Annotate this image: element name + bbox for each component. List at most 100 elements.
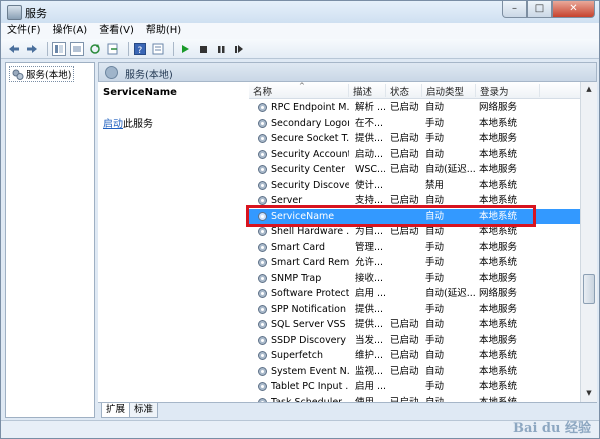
service-name-cell: SPP Notification ... [271, 303, 349, 315]
gear-icon [258, 320, 267, 329]
service-row[interactable]: System Event N... 监视... 已启动 自动 本地系统 [249, 364, 580, 380]
stop-icon[interactable] [196, 42, 210, 56]
service-startup-type-cell: 手动 [425, 257, 445, 268]
service-name-cell: RPC Endpoint M... [271, 102, 349, 113]
service-name-cell: SQL Server VSS ... [271, 319, 349, 330]
service-name-cell: Security Discover... [271, 179, 349, 191]
help-icon[interactable]: ? [133, 42, 147, 56]
menu-view[interactable]: 查看(V) [93, 23, 140, 39]
service-name-cell: Superfetch [271, 350, 323, 361]
service-status-cell: 已启动 [390, 350, 419, 361]
gear-icon [258, 351, 267, 360]
service-description-cell: 提供... [355, 319, 384, 330]
service-logon-cell: 本地系统 [479, 179, 518, 191]
tab-extended[interactable]: 扩展 [101, 403, 131, 418]
service-row[interactable]: Task Scheduler 使用... 已启动 自动 本地系统 [249, 395, 580, 403]
service-logon-cell: 本地系统 [479, 148, 518, 160]
scroll-up-icon[interactable]: ▲ [584, 85, 594, 95]
service-row[interactable]: Secure Socket T... 提供... 已启动 手动 本地服务 [249, 131, 580, 147]
start-service-link[interactable]: 启动 [103, 119, 123, 130]
service-description-cell: 监视... [355, 365, 384, 377]
service-startup-type-cell: 手动 [425, 133, 445, 144]
service-row[interactable]: Software Protect... 启用 ... 自动(延迟...网络服务 [249, 286, 580, 302]
view-icon[interactable] [52, 41, 66, 56]
gears-icon [105, 66, 118, 79]
scroll-down-icon[interactable]: ▼ [584, 389, 594, 399]
service-row[interactable]: Tablet PC Input ... 启用 ... 手动 本地系统 [249, 379, 580, 395]
menu-file[interactable]: 文件(F) [1, 23, 47, 39]
pause-icon[interactable] [214, 42, 228, 56]
service-startup-type-cell: 手动 [425, 117, 445, 129]
refresh-icon[interactable] [88, 42, 102, 56]
service-row[interactable]: Security Center WSC... 已启动 自动(延迟... 本地服务 [249, 162, 580, 178]
service-status-cell: 已启动 [390, 396, 419, 403]
service-row[interactable]: Security Account... 启动... 已启动自动 本地系统 [249, 147, 580, 163]
service-name-cell: Software Protect... [271, 288, 349, 299]
service-startup-type-cell: 自动 [425, 365, 445, 377]
service-status-cell: 已启动 [390, 319, 419, 330]
tree-item-services-local[interactable]: 服务(本地) [9, 66, 75, 82]
service-startup-type-cell: 自动 [425, 350, 445, 361]
service-row[interactable]: Security Discover... 使计... 禁用 本地系统 [249, 178, 580, 194]
column-name[interactable]: 名称 ^ [249, 82, 349, 98]
service-status-cell: 已启动 [390, 148, 419, 160]
minimize-button[interactable]: – [502, 1, 527, 18]
description-pane: ServiceName 启动此服务 [98, 82, 249, 402]
service-name-cell: SNMP Trap [271, 272, 322, 284]
title-bar[interactable]: 服务 – □ ✕ [1, 1, 599, 23]
service-row[interactable]: SQL Server VSS ... 提供... 已启动 自动 本地系统 [249, 317, 580, 333]
service-row[interactable]: SSDP Discovery 当发... 已启动 手动 本地服务 [249, 333, 580, 349]
watermark-logo: Bai du 经验 [513, 421, 591, 436]
service-name-cell: Smart Card Rem... [271, 257, 349, 268]
vertical-scrollbar[interactable]: ▲ ▼ [580, 82, 597, 402]
service-logon-cell: 本地服务 [479, 303, 518, 315]
service-row[interactable]: SNMP Trap 接收... 手动 本地服务 [249, 271, 580, 287]
service-row[interactable]: RPC Endpoint M... 解析 ... 已启动 自动 网络服务 [249, 100, 580, 116]
gears-icon [12, 69, 24, 80]
gear-icon [258, 227, 267, 236]
service-row[interactable]: Secondary Logon 在不... 手动 本地系统 [249, 116, 580, 132]
menu-action[interactable]: 操作(A) [47, 23, 94, 39]
services-app-icon [7, 5, 22, 20]
play-icon[interactable] [178, 42, 192, 56]
column-startup-type[interactable]: 启动类型 [422, 84, 476, 98]
status-bar: Bai du 经验 [1, 420, 599, 438]
restart-icon[interactable] [232, 42, 246, 56]
service-logon-cell: 网络服务 [479, 102, 518, 113]
service-description-cell: 允许... [355, 257, 384, 268]
forward-icon[interactable] [25, 42, 39, 56]
service-startup-type-cell: 自动 [425, 396, 445, 403]
service-logon-cell: 本地系统 [479, 257, 518, 268]
column-logon-as[interactable]: 登录为 [476, 84, 540, 98]
export-icon[interactable] [106, 42, 120, 56]
service-row[interactable]: Superfetch 维护... 已启动 自动 本地系统 [249, 348, 580, 364]
gear-icon [258, 165, 267, 174]
service-startup-type-cell: 手动 [425, 303, 445, 315]
gear-icon [258, 289, 267, 298]
close-button[interactable]: ✕ [552, 1, 595, 18]
services-window: 服务 – □ ✕ 文件(F) 操作(A) 查看(V) 帮助(H) ? 服务(本地… [0, 0, 600, 439]
service-logon-cell: 本地服务 [479, 272, 518, 284]
gear-icon [258, 242, 267, 252]
service-description-cell: 当发... [355, 334, 384, 346]
start-service-line: 启动此服务 [103, 115, 153, 130]
service-name-cell: Secure Socket T... [271, 133, 349, 144]
properties-icon[interactable] [151, 42, 165, 56]
toolbar-separator [47, 41, 48, 56]
pane-header: 服务(本地) [98, 62, 597, 82]
column-description[interactable]: 描述 [349, 84, 386, 98]
service-row[interactable]: Smart Card 管理... 手动 本地服务 [249, 240, 580, 256]
service-row[interactable]: Smart Card Rem... 允许... 手动 本地系统 [249, 255, 580, 271]
back-icon[interactable] [7, 42, 21, 56]
menu-help[interactable]: 帮助(H) [140, 23, 187, 39]
service-description-cell: 使用... [355, 396, 384, 403]
scrollbar-thumb[interactable] [583, 274, 595, 304]
list-icon[interactable] [70, 41, 84, 56]
tab-standard[interactable]: 标准 [129, 403, 159, 418]
service-row[interactable]: SPP Notification ... 提供... 手动 本地服务 [249, 302, 580, 318]
service-description-cell: 提供... [355, 133, 384, 144]
window-title: 服务 [25, 7, 47, 20]
maximize-button[interactable]: □ [527, 1, 552, 18]
column-status[interactable]: 状态 [386, 84, 422, 98]
service-logon-cell: 本地系统 [479, 396, 518, 403]
